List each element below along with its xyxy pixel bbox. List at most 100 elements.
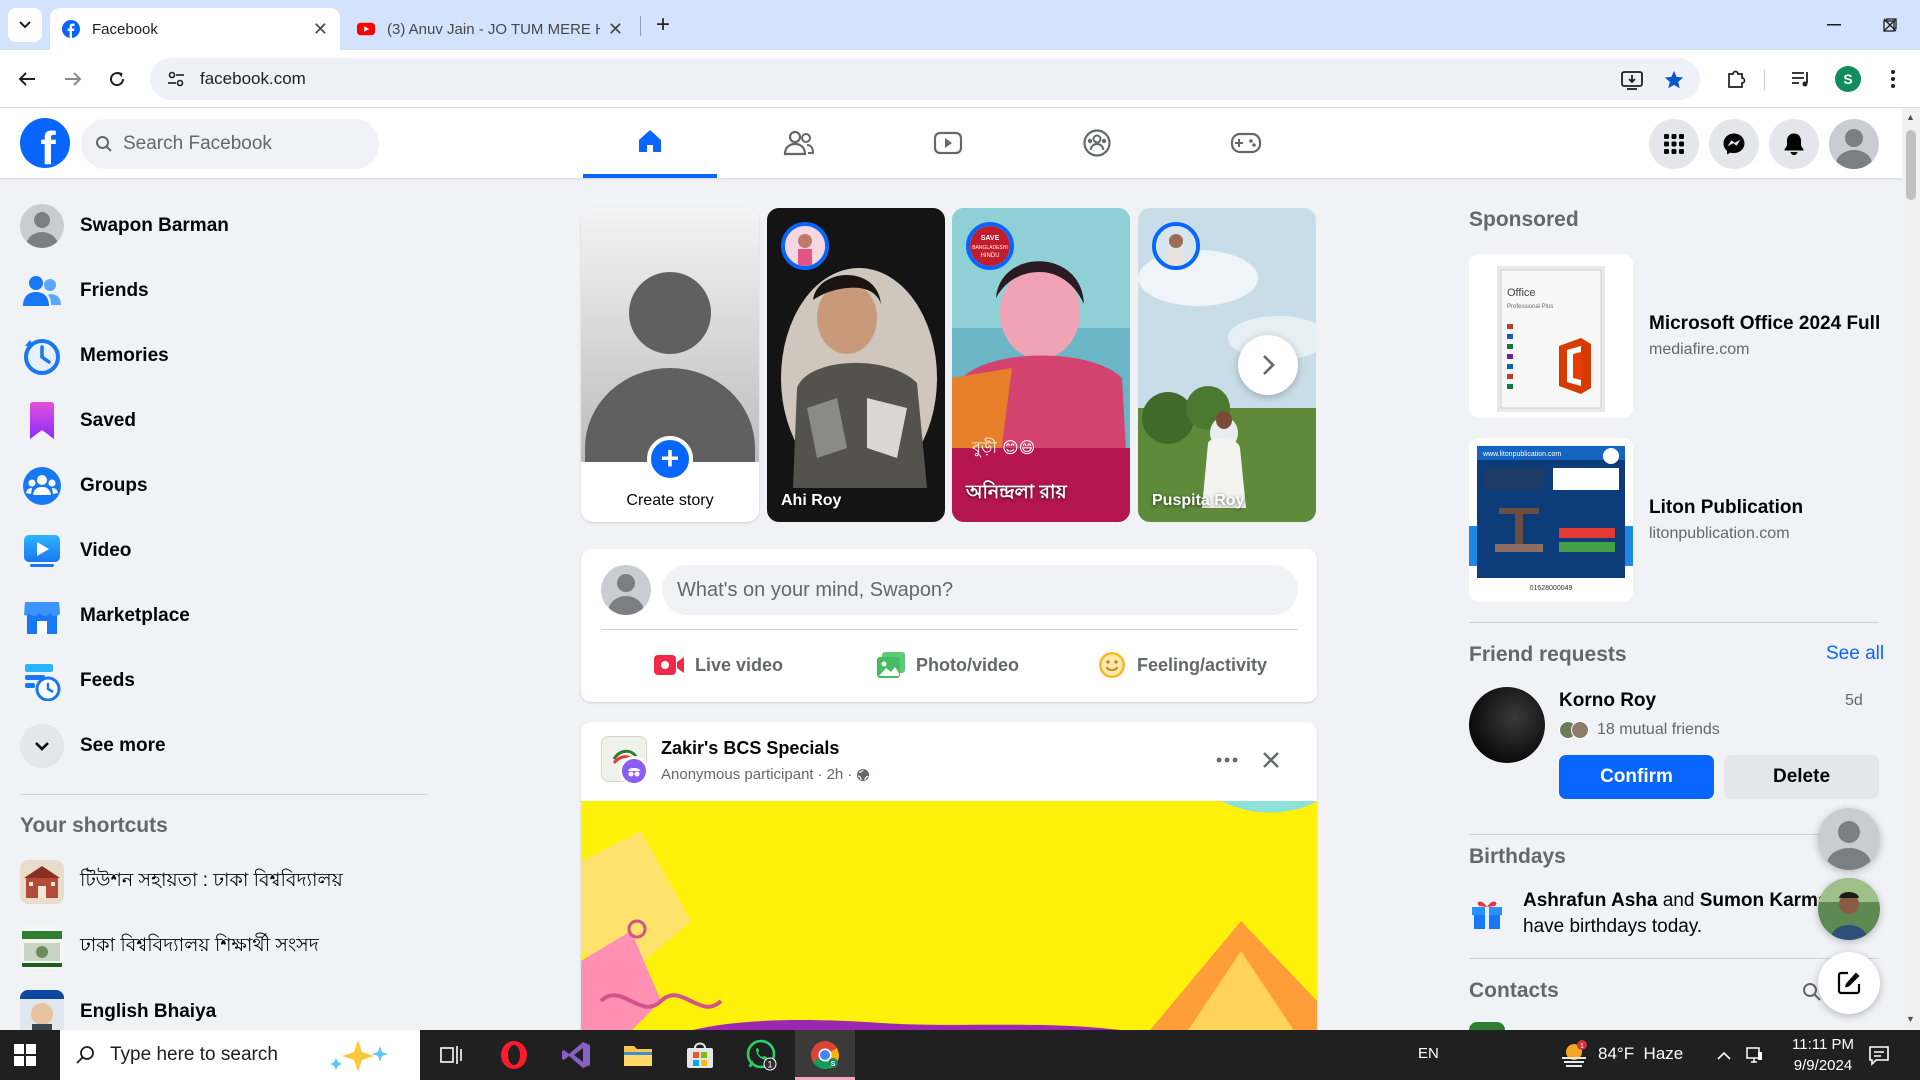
composer-avatar[interactable]: [601, 565, 651, 615]
input-language[interactable]: EN: [1418, 1045, 1439, 1062]
windows-start-icon[interactable]: [14, 1044, 36, 1066]
close-window-button[interactable]: [1862, 0, 1918, 50]
microsoft-store-icon[interactable]: [684, 1039, 716, 1071]
shortcut-thumbnail: [20, 925, 64, 969]
sidebar-item-friends[interactable]: Friends: [8, 261, 428, 321]
stories-next-button[interactable]: [1238, 335, 1298, 395]
tab-watch[interactable]: [881, 108, 1015, 178]
tab-groups[interactable]: [1030, 108, 1164, 178]
feeling-activity-button[interactable]: Feeling/activity: [1097, 641, 1267, 689]
tab-separator: [640, 16, 641, 36]
post-time[interactable]: 2h: [827, 766, 844, 783]
see-all-link[interactable]: See all: [1826, 643, 1884, 665]
confirm-button[interactable]: Confirm: [1559, 755, 1714, 799]
floating-chat-avatar[interactable]: [1818, 878, 1880, 940]
new-message-button[interactable]: [1818, 952, 1880, 1014]
menu-grid-icon: [1664, 134, 1684, 154]
back-button[interactable]: [10, 62, 44, 96]
extensions-button[interactable]: [1723, 66, 1749, 92]
scroll-up-icon[interactable]: ▲: [1906, 112, 1915, 122]
chrome-menu-button[interactable]: [1880, 66, 1906, 92]
messenger-button[interactable]: [1709, 119, 1759, 169]
post-image-graphic: [581, 801, 1317, 1030]
sidebar-item-video[interactable]: Video: [8, 521, 428, 581]
photo-video-button[interactable]: Photo/video: [876, 641, 1019, 689]
file-explorer-icon[interactable]: [622, 1039, 654, 1071]
home-icon: [639, 130, 661, 152]
chevron-down-icon: [35, 742, 49, 751]
hide-post-button[interactable]: [1253, 742, 1289, 778]
sidebar-item-groups[interactable]: Groups: [8, 456, 428, 516]
reload-button[interactable]: [100, 62, 134, 96]
scroll-thumb[interactable]: [1906, 130, 1916, 200]
sidebar-item-profile[interactable]: Swapon Barman: [8, 196, 428, 256]
forward-button[interactable]: [56, 62, 90, 96]
profile-button[interactable]: S: [1835, 66, 1861, 92]
floating-chat-avatar[interactable]: [1818, 808, 1880, 870]
scroll-down-icon[interactable]: ▼: [1906, 1014, 1915, 1024]
tab-home[interactable]: [583, 108, 717, 178]
new-tab-button[interactable]: +: [648, 10, 678, 40]
tray-overflow-icon[interactable]: [1716, 1048, 1732, 1066]
site-settings-icon[interactable]: [166, 69, 186, 89]
network-icon[interactable]: [1744, 1044, 1764, 1069]
post-image[interactable]: [581, 801, 1317, 1030]
sidebar-item-feeds[interactable]: Feeds: [8, 651, 428, 711]
post-group-name[interactable]: Zakir's BCS Specials: [661, 738, 839, 759]
friends-icon: [23, 276, 61, 306]
shortcut-item[interactable]: টিউশন সহায়তা : ঢাকা বিশ্ববিদ্যালয়: [8, 852, 428, 912]
composer-input[interactable]: What's on your mind, Swapon?: [662, 565, 1298, 615]
create-story-card[interactable]: + Create story: [581, 208, 759, 522]
tab-friends[interactable]: [732, 108, 866, 178]
menu-button[interactable]: [1649, 119, 1699, 169]
install-app-button[interactable]: [1620, 68, 1644, 92]
tab-search-dropdown[interactable]: [8, 8, 42, 42]
task-view-icon[interactable]: [435, 1039, 467, 1071]
shortcut-item[interactable]: ঢাকা বিশ্ববিদ্যালয় শিক্ষার্থী সংসদ: [8, 917, 428, 977]
notifications-button[interactable]: [1769, 119, 1819, 169]
friend-request-avatar[interactable]: [1469, 687, 1545, 763]
post-options-button[interactable]: [1209, 742, 1245, 778]
account-button[interactable]: [1829, 119, 1879, 169]
feeling-activity-label: Feeling/activity: [1137, 654, 1268, 675]
tab-gaming[interactable]: [1179, 108, 1313, 178]
facebook-logo[interactable]: f: [20, 118, 70, 168]
story-card[interactable]: বুড়ী 😊😄 SAVE BANGLADESHI HINDU অনিন্দ্রলা…: [952, 208, 1130, 522]
sidebar-item-marketplace[interactable]: Marketplace: [8, 586, 428, 646]
tab-youtube[interactable]: (3) Anuv Jain - JO TUM MERE H ✕: [345, 8, 635, 50]
mutual-friends[interactable]: 18 mutual friends: [1559, 721, 1720, 739]
sidebar-item-saved[interactable]: Saved: [8, 391, 428, 451]
delete-button[interactable]: Delete: [1724, 755, 1879, 799]
weather-text: 84°F Haze: [1598, 1044, 1684, 1063]
address-bar[interactable]: facebook.com: [150, 58, 1700, 100]
contact-avatar[interactable]: [1469, 1022, 1505, 1030]
notification-center-icon[interactable]: [1868, 1044, 1890, 1071]
birthday-name[interactable]: Ashrafun Asha: [1523, 890, 1657, 911]
media-control-button[interactable]: [1788, 66, 1814, 92]
sidebar-item-memories[interactable]: Memories: [8, 326, 428, 386]
plus-icon[interactable]: +: [647, 436, 693, 482]
facebook-search[interactable]: [81, 119, 379, 169]
tab-close-icon[interactable]: ✕: [608, 19, 623, 40]
weather-widget[interactable]: 1 84°F Haze: [1560, 1040, 1683, 1068]
visual-studio-icon[interactable]: [560, 1039, 592, 1071]
minimize-button[interactable]: [1806, 0, 1862, 50]
sponsored-ad[interactable]: Office Professional Plus Microsoft Offic…: [1469, 254, 1889, 418]
tab-close-icon[interactable]: ✕: [313, 19, 328, 40]
birthday-notice[interactable]: Ashrafun Asha and Sumon Karmak have birt…: [1469, 888, 1869, 940]
page-scrollbar[interactable]: ▲ ▼: [1902, 108, 1920, 1030]
bookmark-star-button[interactable]: [1662, 68, 1686, 92]
svg-text:www.litonpublication.com: www.litonpublication.com: [1482, 451, 1561, 458]
friend-request-name[interactable]: Korno Roy: [1559, 690, 1656, 712]
chrome-icon[interactable]: S: [809, 1039, 841, 1071]
tab-facebook[interactable]: Facebook ✕: [50, 8, 340, 50]
opera-icon[interactable]: [498, 1039, 530, 1071]
live-video-button[interactable]: Live video: [653, 641, 783, 689]
facebook-search-input[interactable]: [123, 133, 343, 155]
sponsored-ad[interactable]: www.litonpublication.com 01628000049 Lit…: [1469, 438, 1889, 602]
story-card[interactable]: Ahi Roy: [767, 208, 945, 522]
sidebar-see-more[interactable]: See more: [8, 716, 428, 776]
system-clock[interactable]: 11:11 PM 9/9/2024: [1778, 1034, 1868, 1076]
taskbar-search[interactable]: Type here to search: [60, 1030, 420, 1080]
whatsapp-icon[interactable]: 1: [746, 1039, 778, 1071]
